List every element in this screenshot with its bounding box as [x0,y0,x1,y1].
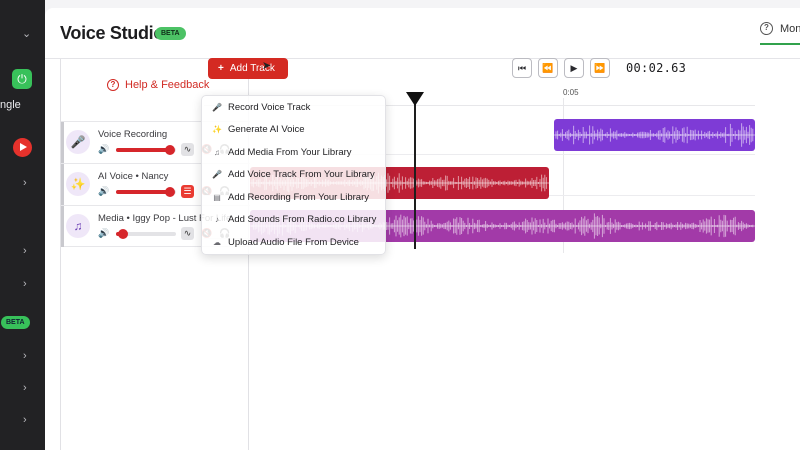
volume-slider[interactable] [116,229,176,239]
menu-item-record-voice-track[interactable]: 🎤 Record Voice Track [202,96,387,119]
menu-item-generate-ai-voice[interactable]: ✨ Generate AI Voice [202,119,387,142]
play-button[interactable]: ▶ [564,58,584,78]
volume-icon[interactable]: 🔊 [98,228,109,239]
ruler-label: 0:05 [563,88,579,97]
chevron-right-icon[interactable]: › [23,278,27,290]
chevron-right-icon[interactable]: › [23,414,27,426]
playhead-handle[interactable] [406,92,424,106]
microphone-icon: 🎤 [212,170,222,180]
app-sidebar: ⌄ ⏻ ngle › › › BETA › › › [0,0,45,450]
magic-wand-icon: ✨ [66,172,90,196]
music-note-icon: ♫ [66,214,90,238]
track-accent [61,122,64,163]
recording-icon: ▤ [213,192,221,202]
upload-icon: ☁ [213,237,221,247]
waveform-icon[interactable]: ∿ [181,143,194,156]
page-title: Voice Studio [60,23,165,43]
track-accent [61,206,64,247]
volume-fill [116,148,170,152]
menu-item-label: Upload Audio File From Device [228,236,359,248]
time-readout: 00:02.63 [626,61,687,75]
chevron-down-icon[interactable]: ⌄ [22,27,31,40]
microphone-icon: 🎤 [66,130,90,154]
volume-knob[interactable] [165,145,175,155]
voice-settings-icon[interactable]: ☰ [181,185,194,198]
menu-item-label: Add Sounds From Radio.co Library [228,214,377,226]
rewind-button[interactable]: ⏪ [538,58,558,78]
help-feedback-label: Help & Feedback [125,79,210,91]
audio-clip-voice[interactable] [554,119,755,151]
help-icon: ? [760,22,773,35]
menu-item-label: Record Voice Track [228,101,311,113]
plus-icon: + [218,63,224,74]
menu-item-label: Generate AI Voice [228,124,305,136]
add-track-button[interactable]: + Add Track [208,58,288,79]
tab-monitor[interactable]: ? Mon [760,22,800,35]
volume-knob[interactable] [165,187,175,197]
waveform-icon[interactable]: ∿ [181,227,194,240]
add-track-menu: 🎤 Record Voice Track ✨ Generate AI Voice… [201,95,386,255]
waveform-icon [554,123,755,147]
menu-item-add-sounds[interactable]: ♪ Add Sounds From Radio.co Library [202,209,387,232]
volume-slider[interactable] [116,187,176,197]
sidebar-item-label[interactable]: ngle [0,99,21,111]
menu-item-label: Add Voice Track From Your Library [228,169,375,181]
menu-item-add-media[interactable]: ♫ Add Media From Your Library [202,141,387,164]
help-icon: ? [107,79,119,91]
chevron-right-icon[interactable]: › [23,382,27,394]
volume-icon[interactable]: 🔊 [98,144,109,155]
power-icon[interactable]: ⏻ [12,69,32,89]
help-feedback-link[interactable]: ? Help & Feedback [107,79,209,91]
beta-badge: BETA [155,27,186,40]
volume-slider[interactable] [116,145,176,155]
menu-item-add-voice-track[interactable]: 🎤 Add Voice Track From Your Library [202,164,387,187]
skip-to-start-button[interactable]: ⏮ [512,58,532,78]
playhead-line[interactable] [414,92,416,249]
magic-wand-icon: ✨ [212,125,222,135]
beta-badge: BETA [1,316,30,329]
mouse-cursor-icon: ➤ [262,60,272,72]
active-tab-indicator [760,43,800,45]
track-accent [61,164,64,205]
tab-label: Mon [780,22,800,35]
sound-icon: ♪ [215,215,219,225]
chevron-right-icon[interactable]: › [23,350,27,362]
menu-item-label: Add Media From Your Library [228,146,352,158]
volume-fill [116,190,170,194]
volume-knob[interactable] [118,229,129,239]
menu-item-add-recording[interactable]: ▤ Add Recording From Your Library [202,186,387,209]
youtube-icon[interactable] [13,138,32,157]
fast-forward-button[interactable]: ⏩ [590,58,610,78]
chevron-right-icon[interactable]: › [23,177,27,189]
microphone-icon: 🎤 [212,102,222,112]
volume-icon[interactable]: 🔊 [98,186,109,197]
chevron-right-icon[interactable]: › [23,245,27,257]
music-note-icon: ♫ [214,147,220,157]
menu-item-label: Add Recording From Your Library [228,191,369,203]
menu-item-upload-audio[interactable]: ☁ Upload Audio File From Device [202,231,387,254]
